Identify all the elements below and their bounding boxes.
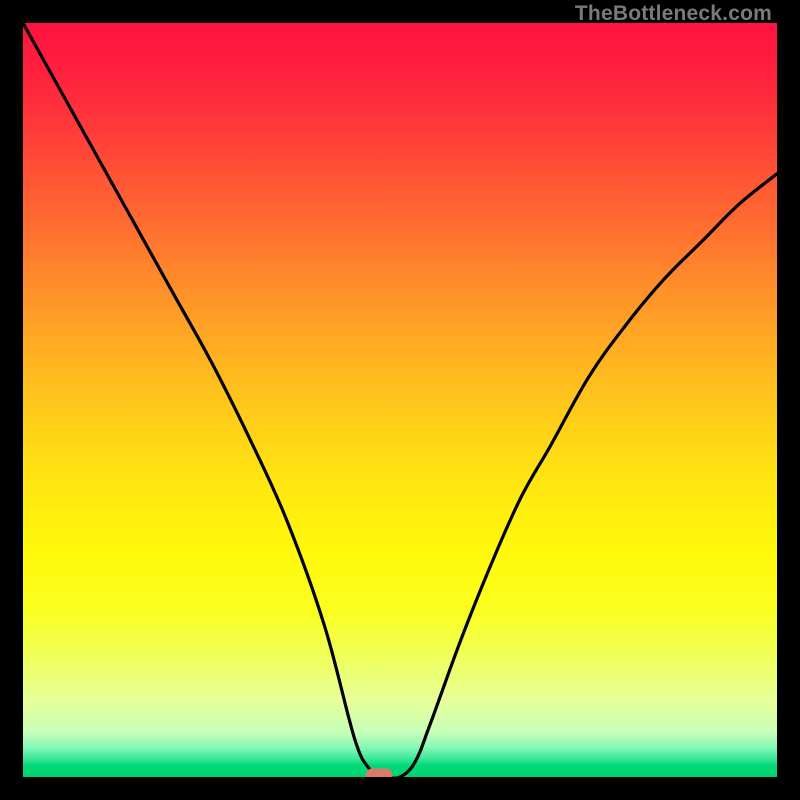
curve-layer: [23, 23, 777, 777]
bottleneck-marker: [366, 769, 392, 778]
plot-area: [23, 23, 777, 777]
chart-frame: TheBottleneck.com: [0, 0, 800, 800]
bottleneck-curve: [23, 23, 777, 777]
watermark-text: TheBottleneck.com: [575, 2, 772, 26]
